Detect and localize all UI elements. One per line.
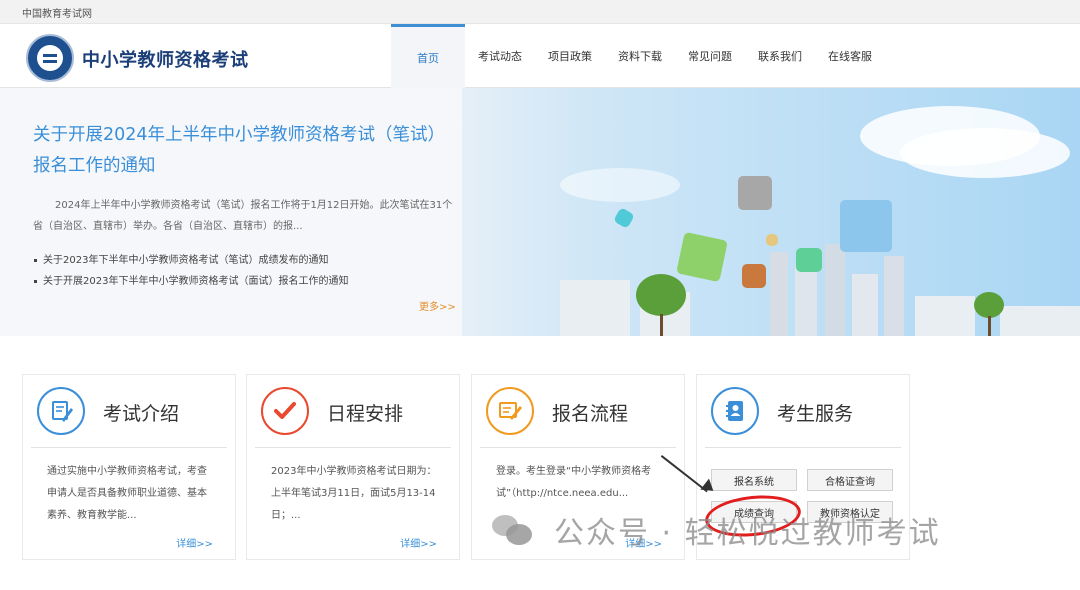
bullet-icon [34, 279, 37, 283]
banner-link-text[interactable]: 关于2023年下半年中小学教师资格考试（笔试）成绩发布的通知 [43, 255, 328, 266]
cloud-illustration [900, 128, 1070, 178]
tree-illustration [636, 274, 686, 316]
gray-cube-illustration [738, 176, 772, 210]
card-header: 考试介绍 [23, 375, 235, 437]
card-detail-link[interactable]: 详细>> [176, 535, 213, 550]
tree-trunk [660, 314, 663, 336]
nav-policy[interactable]: 项目政策 [535, 24, 605, 88]
watermark: 公众号 · 轻松悦过教师考试 [492, 506, 941, 554]
nav-downloads[interactable]: 资料下载 [605, 24, 675, 88]
city-skyline [852, 274, 878, 336]
bullet-icon [34, 258, 37, 262]
nav-faq[interactable]: 常见问题 [675, 24, 745, 88]
hero-banner: 关于开展2024年上半年中小学教师资格考试（笔试）报名工作的通知 2024年上半… [0, 88, 1080, 336]
card-divider [705, 447, 901, 448]
city-skyline [1000, 306, 1080, 336]
site-title[interactable]: 中小学教师资格考试 [82, 46, 249, 72]
banner-headline[interactable]: 关于开展2024年上半年中小学教师资格考试（笔试）报名工作的通知 [33, 120, 443, 182]
yellow-cube-illustration [766, 234, 778, 246]
teal-cube-illustration [796, 248, 822, 272]
card-title[interactable]: 考试介绍 [103, 399, 179, 426]
blue-cube-illustration [840, 200, 892, 252]
tree-illustration [974, 292, 1004, 318]
city-skyline [915, 296, 975, 336]
green-cube-illustration [676, 231, 728, 283]
tree-trunk [988, 316, 991, 336]
city-skyline [884, 256, 904, 336]
card-header: 日程安排 [247, 375, 459, 437]
card-title[interactable]: 报名流程 [552, 399, 628, 426]
cloud-illustration [560, 168, 680, 202]
card-detail-link[interactable]: 详细>> [400, 535, 437, 550]
card-schedule: 日程安排 2023年中小学教师资格考试日期为：上半年笔试3月11日，面试5月13… [246, 374, 460, 560]
card-description: 通过实施中小学教师资格考试，考查申请人是否具备教师职业道德、基本素养、教育教学能… [47, 466, 207, 521]
city-skyline [560, 280, 630, 336]
city-skyline [825, 244, 845, 336]
card-divider [480, 447, 676, 448]
site-header: 中小学教师资格考试 首页 考试动态 项目政策 资料下载 常见问题 联系我们 在线… [0, 24, 1080, 88]
top-site-name[interactable]: 中国教育考试网 [22, 5, 92, 20]
city-skyline [795, 266, 817, 336]
card-header: 考生服务 [697, 375, 909, 437]
banner-link-text[interactable]: 关于开展2023年下半年中小学教师资格考试（面试）报名工作的通知 [43, 276, 348, 287]
document-pen-icon [37, 387, 85, 435]
card-description: 登录。考生登录“中小学教师资格考试”（http://ntce.neea.edu.… [496, 466, 652, 499]
banner-more-link[interactable]: 更多>> [419, 298, 456, 313]
main-nav: 首页 考试动态 项目政策 资料下载 常见问题 联系我们 在线客服 [391, 24, 885, 88]
banner-link-list: 关于2023年下半年中小学教师资格考试（笔试）成绩发布的通知 关于开展2023年… [34, 250, 454, 292]
card-description: 2023年中小学教师资格考试日期为：上半年笔试3月11日，面试5月13-14日；… [271, 466, 437, 521]
banner-news-panel: 关于开展2024年上半年中小学教师资格考试（笔试）报名工作的通知 2024年上半… [0, 88, 462, 336]
nav-online-service[interactable]: 在线客服 [815, 24, 885, 88]
contact-book-icon [711, 387, 759, 435]
wechat-icon [492, 513, 532, 547]
site-logo[interactable] [26, 34, 74, 82]
watermark-text: 公众号 · 轻松悦过教师考试 [554, 516, 941, 551]
brown-cube-illustration [742, 264, 766, 288]
card-divider [255, 447, 451, 448]
banner-link[interactable]: 关于开展2023年下半年中小学教师资格考试（面试）报名工作的通知 [34, 271, 454, 292]
card-header: 报名流程 [472, 375, 684, 437]
nav-contact[interactable]: 联系我们 [745, 24, 815, 88]
cyan-cube-illustration [613, 207, 635, 229]
checkmark-icon [261, 387, 309, 435]
nav-home[interactable]: 首页 [391, 24, 465, 88]
registration-system-button[interactable]: 报名系统 [711, 469, 797, 491]
banner-link[interactable]: 关于2023年下半年中小学教师资格考试（笔试）成绩发布的通知 [34, 250, 454, 271]
card-divider [31, 447, 227, 448]
card-exam-intro: 考试介绍 通过实施中小学教师资格考试，考查申请人是否具备教师职业道德、基本素养、… [22, 374, 236, 560]
top-strip: 中国教育考试网 [0, 0, 1080, 24]
nav-exam-news[interactable]: 考试动态 [465, 24, 535, 88]
card-title[interactable]: 考生服务 [777, 399, 853, 426]
card-title[interactable]: 日程安排 [327, 399, 403, 426]
book-icon [43, 54, 57, 63]
certificate-query-button[interactable]: 合格证查询 [807, 469, 893, 491]
page: 中国教育考试网 中小学教师资格考试 首页 考试动态 项目政策 资料下载 常见问题… [0, 0, 1080, 590]
city-skyline [770, 252, 788, 336]
form-pen-icon [486, 387, 534, 435]
wechat-bubble [506, 524, 532, 545]
banner-summary: 2024年上半年中小学教师资格考试（笔试）报名工作将于1月12日开始。此次笔试在… [33, 200, 453, 232]
